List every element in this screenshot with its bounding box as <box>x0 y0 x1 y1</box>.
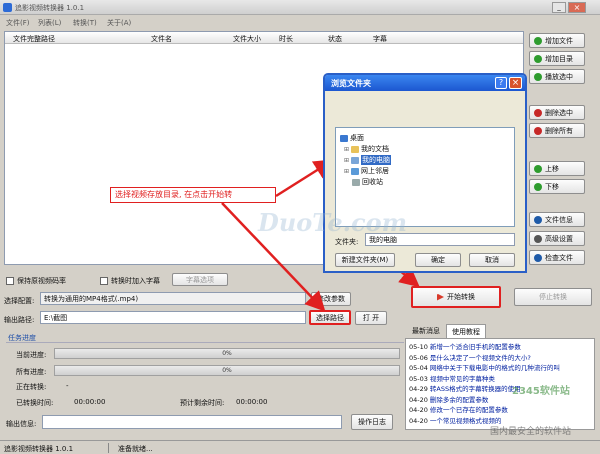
browse-folder-dialog: 浏览文件夹 ? × 桌面 ⊞ 我的文档 ⊞ 我的电脑 ⊞ 网上邻居 回收站 文件… <box>323 73 527 273</box>
dialog-ok-button[interactable]: 确定 <box>415 253 461 267</box>
tree-item-desktop[interactable]: 桌面 <box>340 133 364 143</box>
dialog-ok-label: 确定 <box>431 256 445 264</box>
tree-label-network: 网上邻居 <box>361 167 390 175</box>
dialog-cancel-button[interactable]: 取消 <box>469 253 515 267</box>
watermark-text: DuoTe.com <box>258 208 408 237</box>
dialog-folder-value: 我的电脑 <box>369 236 397 244</box>
dialog-help-button[interactable]: ? <box>495 77 507 89</box>
dialog-title: 浏览文件夹 <box>331 79 371 88</box>
arrow-to-dialog <box>275 159 335 198</box>
dialog-folder-label: 文件夹: <box>335 238 359 246</box>
dialog-close-label: × <box>511 78 520 88</box>
new-folder-label: 新建文件夹(M) <box>341 256 389 264</box>
network-icon <box>351 167 360 175</box>
tree-label-my-computer: 我的电脑 <box>361 155 392 165</box>
tree-label-desktop: 桌面 <box>350 134 364 142</box>
tree-label-recycle-bin: 回收站 <box>362 178 383 186</box>
tree-item-recycle-bin[interactable]: 回收站 <box>352 177 383 187</box>
desktop-icon <box>340 134 348 142</box>
documents-folder-icon <box>351 145 360 153</box>
tree-label-my-documents: 我的文档 <box>361 145 390 153</box>
tree-item-my-documents[interactable]: ⊞ 我的文档 <box>344 144 389 154</box>
dialog-cancel-label: 取消 <box>485 256 499 264</box>
dialog-help-label: ? <box>498 78 504 87</box>
dialog-title-bar: 浏览文件夹 ? × <box>325 75 525 91</box>
watermark: DuoTe.com <box>258 208 407 237</box>
watermark-corner-2-text: 国内最安全的软件站 <box>490 427 572 437</box>
tree-item-my-computer[interactable]: ⊞ 我的电脑 <box>344 155 392 165</box>
watermark-corner: 2345软件站 <box>512 382 570 397</box>
computer-icon <box>351 156 360 164</box>
tree-item-network[interactable]: ⊞ 网上邻居 <box>344 166 389 176</box>
dialog-close-button[interactable]: × <box>509 77 522 89</box>
watermark-corner-text: 2345软件站 <box>512 386 570 397</box>
new-folder-button[interactable]: 新建文件夹(M) <box>335 253 395 267</box>
watermark-corner-2: 国内最安全的软件站 <box>490 424 571 437</box>
recycle-bin-icon <box>352 178 360 186</box>
